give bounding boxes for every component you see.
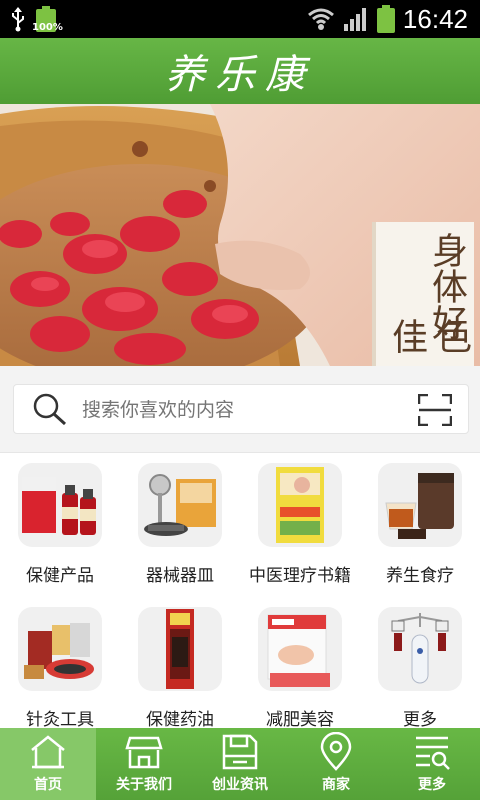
instruments-thumbnail [138,463,222,547]
tab-more[interactable]: 更多 [384,728,480,800]
tab-merchants[interactable]: 商家 [288,728,384,800]
category-food-therapy[interactable]: 养生食疗 [360,453,480,591]
bottom-tab-bar: 首页 关于我们 创业资讯 商家 更多 [0,728,480,800]
slogan-line-2: 气色佳 [386,318,480,354]
app-header: 养乐康 [0,38,480,104]
app-title: 养乐康 [165,52,315,98]
slimming-beauty-thumbnail [258,607,342,691]
battery-icon [376,5,395,33]
tab-label: 商家 [322,777,350,793]
category-tcm-books[interactable]: 中医理疗书籍 [240,453,360,591]
acupuncture-tools-thumbnail [18,607,102,691]
category-more[interactable]: 更多 [360,597,480,735]
category-label: 养生食疗 [386,566,454,586]
location-icon [320,732,352,771]
health-products-thumbnail [18,463,102,547]
search-bar[interactable] [13,384,469,435]
clock: 16:42 [402,3,468,34]
food-therapy-thumbnail [378,463,462,547]
tab-about-us[interactable]: 关于我们 [96,728,192,800]
tab-label: 更多 [418,777,446,793]
signal-icon [343,8,366,31]
tab-home[interactable]: 首页 [0,728,96,800]
category-grid: 保健产品 器械器皿 中医理疗书籍 养生食疗 针灸工具 保健药油 减肥美容 更多 [0,452,480,730]
status-bar: 100% 16:42 [0,0,480,38]
battery-percent: 100% [32,22,63,33]
category-label: 减肥美容 [266,710,334,730]
scan-icon[interactable] [418,394,452,426]
menu-search-icon [416,736,450,770]
tab-label: 创业资讯 [212,777,268,793]
category-slimming-beauty[interactable]: 减肥美容 [240,597,360,735]
category-medicinal-oil[interactable]: 保健药油 [120,597,240,735]
tcm-books-thumbnail [258,463,342,547]
more-thumbnail [378,607,462,691]
tab-label: 首页 [34,777,62,793]
search-section [0,366,480,452]
category-label: 中医理疗书籍 [249,566,351,586]
home-icon [31,735,65,769]
banner-carousel[interactable]: 身体好 气色佳 [0,104,480,366]
category-label: 保健药油 [146,710,214,730]
usb-icon [12,7,24,32]
category-acupuncture-tools[interactable]: 针灸工具 [0,597,120,735]
category-label: 器械器皿 [146,566,214,586]
wifi-icon [307,8,334,30]
tab-business-news[interactable]: 创业资讯 [192,728,288,800]
save-icon [222,734,258,770]
category-label: 更多 [403,710,437,730]
category-health-products[interactable]: 保健产品 [0,453,120,591]
search-icon [33,393,67,425]
shop-icon [125,736,163,769]
tab-label: 关于我们 [116,777,172,793]
medicinal-oil-thumbnail [138,607,222,691]
search-input[interactable] [80,385,394,435]
category-label: 保健产品 [26,566,94,586]
battery-icon: 100% [32,6,63,33]
category-label: 针灸工具 [26,710,94,730]
category-instruments[interactable]: 器械器皿 [120,453,240,591]
